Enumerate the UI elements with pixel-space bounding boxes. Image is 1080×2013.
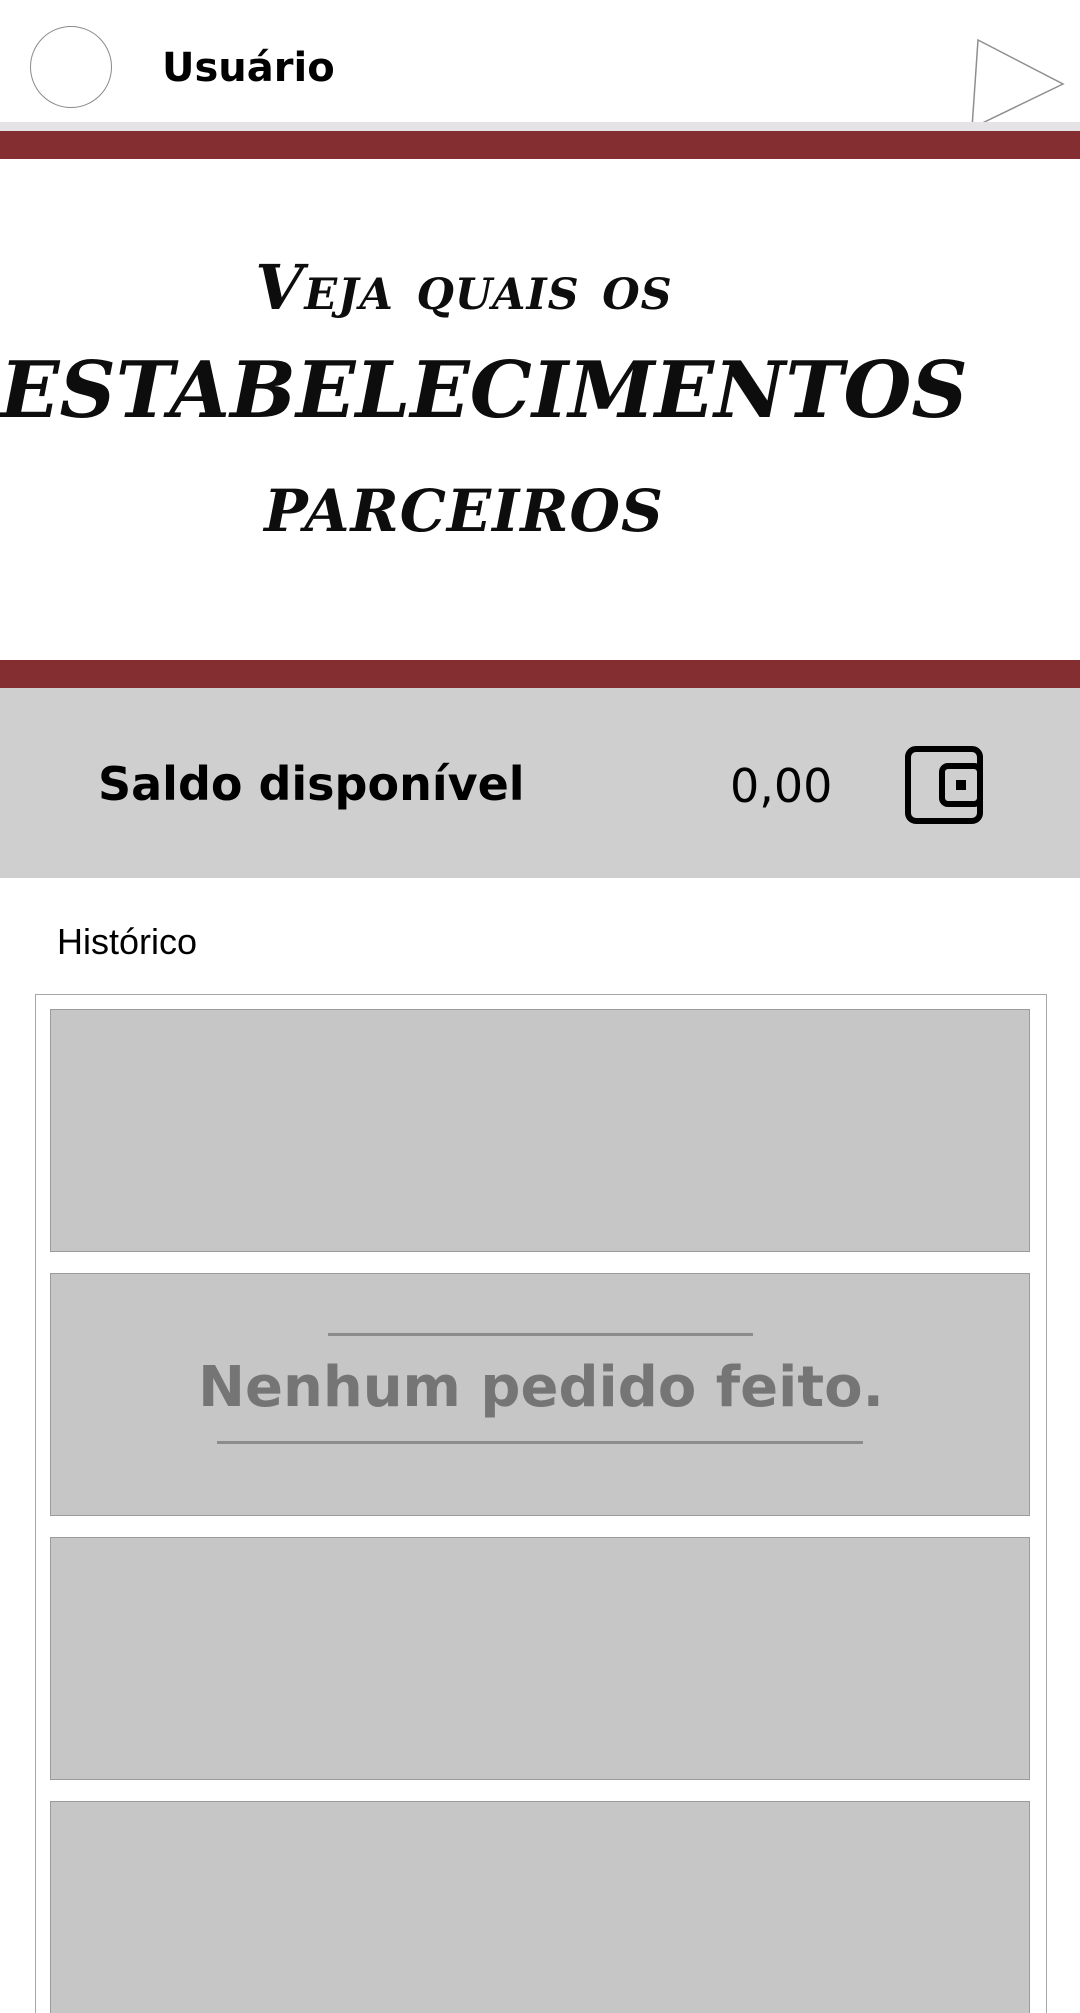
play-icon[interactable]: [970, 38, 1066, 130]
banner-line-2: ESTABELECIMENTOS: [0, 345, 968, 436]
top-header: Usuário: [0, 0, 1080, 130]
balance-panel: Saldo disponível 0,00: [0, 688, 1080, 878]
history-title: Histórico: [57, 921, 198, 962]
empty-divider-bottom: [217, 1441, 863, 1444]
history-card[interactable]: [50, 1801, 1030, 2013]
wallet-icon[interactable]: [904, 744, 986, 826]
avatar[interactable]: [30, 26, 112, 108]
app-screen: Usuário Veja quais os ESTABELECIMENTOS P…: [0, 0, 1080, 2013]
empty-history-message: Nenhum pedido feito.: [198, 1355, 884, 1420]
brand-bar-top: [0, 131, 1080, 159]
balance-value: 0,00: [730, 759, 833, 813]
banner-line-1: Veja quais os: [255, 251, 673, 324]
history-card-empty-state: Nenhum pedido feito.: [50, 1273, 1030, 1516]
history-card[interactable]: [50, 1009, 1030, 1252]
username-label: Usuário: [162, 45, 335, 91]
header-divider: [0, 122, 1080, 131]
empty-divider-top: [328, 1333, 753, 1336]
banner-line-3: PARCEIROS: [264, 477, 664, 545]
partners-banner[interactable]: Veja quais os ESTABELECIMENTOS PARCEIROS: [0, 159, 1080, 660]
balance-label: Saldo disponível: [98, 757, 525, 811]
history-card[interactable]: [50, 1537, 1030, 1780]
brand-bar-bottom: [0, 660, 1080, 688]
